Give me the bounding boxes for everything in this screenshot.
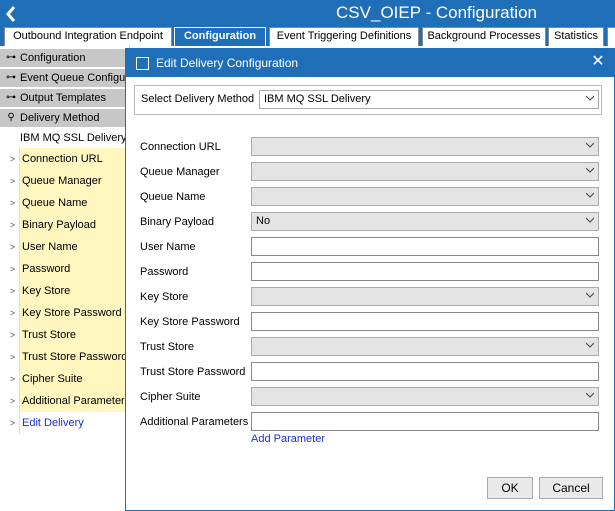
chevron-down-icon <box>586 292 594 298</box>
tab-overflow[interactable] <box>607 27 615 46</box>
expand-icon[interactable]: > <box>6 346 20 368</box>
tree-row-connection-url[interactable]: > Connection URL <box>6 148 126 170</box>
tree-row-additional-parameters[interactable]: > Additional Parameters <box>6 390 126 412</box>
queue-manager-select[interactable] <box>251 162 599 181</box>
config-tree: ⊶ Configuration ⊶ Event Queue Configurat… <box>0 46 130 511</box>
user-name-input[interactable] <box>251 237 599 256</box>
key-icon: ⊶ <box>6 92 16 103</box>
connection-url-label: Connection URL <box>140 141 221 153</box>
tree-row-key-store[interactable]: > Key Store <box>6 280 126 302</box>
expand-icon[interactable]: > <box>6 280 20 302</box>
user-name-label: User Name <box>140 241 196 253</box>
expand-icon[interactable]: > <box>6 236 20 258</box>
tree-row-edit-delivery[interactable]: > Edit Delivery <box>6 412 126 434</box>
expand-icon[interactable]: > <box>6 368 20 390</box>
key-icon: ⊶ <box>6 52 16 63</box>
tree-row-user-name[interactable]: > User Name <box>6 236 126 258</box>
cancel-button[interactable]: Cancel <box>539 477 603 499</box>
expand-icon[interactable]: > <box>6 324 20 346</box>
cipher-suite-label: Cipher Suite <box>140 391 201 403</box>
tree-row-queue-manager[interactable]: > Queue Manager <box>6 170 126 192</box>
add-parameter-link[interactable]: Add Parameter <box>251 433 325 445</box>
edit-delivery-link[interactable]: Edit Delivery <box>20 412 126 434</box>
tree-node-configuration[interactable]: ⊶ Configuration <box>0 49 128 67</box>
delivery-method-group: Select Delivery Method IBM MQ SSL Delive… <box>134 85 602 115</box>
tab-configuration[interactable]: Configuration <box>174 27 266 46</box>
expand-icon[interactable]: > <box>6 390 20 412</box>
tree-node-output-templates[interactable]: ⊶ Output Templates <box>0 89 128 107</box>
password-input[interactable] <box>251 262 599 281</box>
window-icon <box>136 57 149 70</box>
edit-delivery-dialog: Edit Delivery Configuration ✕ Select Del… <box>125 48 615 511</box>
chevron-down-icon <box>586 142 594 148</box>
key-store-password-input[interactable] <box>251 312 599 331</box>
chevron-down-icon <box>586 392 594 398</box>
expand-icon[interactable]: > <box>6 148 20 170</box>
password-label: Password <box>140 266 189 278</box>
expand-icon[interactable]: > <box>6 214 20 236</box>
select-method-label: Select Delivery Method <box>141 93 255 105</box>
key-icon: ⊶ <box>6 72 16 83</box>
additional-parameters-input[interactable] <box>251 412 599 431</box>
expand-icon[interactable]: > <box>6 192 20 214</box>
cipher-suite-select[interactable] <box>251 387 599 406</box>
expand-icon[interactable]: > <box>6 412 20 434</box>
queue-name-label: Queue Name <box>140 191 206 203</box>
close-icon[interactable]: ✕ <box>588 52 608 72</box>
chevron-down-icon <box>586 167 594 173</box>
tree-row-key-store-password[interactable]: > Key Store Password <box>6 302 126 324</box>
tree-node-event-queue[interactable]: ⊶ Event Queue Configuration <box>0 69 128 87</box>
tab-event-triggering-definitions[interactable]: Event Triggering Definitions <box>269 27 419 46</box>
tab-background-processes[interactable]: Background Processes <box>422 27 546 46</box>
key-down-icon: ⚲ <box>7 112 15 123</box>
tree-selected-method: IBM MQ SSL Delivery <box>20 132 127 144</box>
additional-parameters-label: Additional Parameters <box>140 416 249 428</box>
key-store-label: Key Store <box>140 291 189 303</box>
trust-store-label: Trust Store <box>140 341 194 353</box>
chevron-down-icon <box>586 217 594 223</box>
trust-store-select[interactable] <box>251 337 599 356</box>
tab-bar: Outbound Integration Endpoint Configurat… <box>0 27 615 46</box>
chevron-down-icon <box>586 192 594 198</box>
expand-icon[interactable]: > <box>6 170 20 192</box>
expand-icon[interactable]: > <box>6 302 20 324</box>
delivery-method-select[interactable]: IBM MQ SSL Delivery <box>259 90 599 109</box>
tab-statistics[interactable]: Statistics <box>548 27 604 46</box>
chevron-down-icon <box>586 342 594 348</box>
tree-row-cipher-suite[interactable]: > Cipher Suite <box>6 368 126 390</box>
chevron-down-icon <box>586 95 594 101</box>
binary-payload-label: Binary Payload <box>140 216 214 228</box>
binary-payload-select[interactable]: No <box>251 212 599 231</box>
tree-node-delivery-method[interactable]: ⚲ Delivery Method <box>0 109 128 127</box>
trust-store-password-label: Trust Store Password <box>140 366 246 378</box>
trust-store-password-input[interactable] <box>251 362 599 381</box>
queue-name-select[interactable] <box>251 187 599 206</box>
expand-icon[interactable]: > <box>6 258 20 280</box>
tree-row-queue-name[interactable]: > Queue Name <box>6 192 126 214</box>
tree-row-trust-store-password[interactable]: > Trust Store Password <box>6 346 126 368</box>
dialog-title-bar: Edit Delivery Configuration ✕ <box>126 49 614 77</box>
page-title: CSV_OIEP - Configuration <box>336 3 537 22</box>
queue-manager-label: Queue Manager <box>140 166 220 178</box>
connection-url-select[interactable] <box>251 137 599 156</box>
key-store-select[interactable] <box>251 287 599 306</box>
tree-row-binary-payload[interactable]: > Binary Payload <box>6 214 126 236</box>
title-bar: CSV_OIEP - Configuration <box>0 0 615 27</box>
dialog-title: Edit Delivery Configuration <box>156 56 299 70</box>
key-store-password-label: Key Store Password <box>140 316 240 328</box>
tree-row-password[interactable]: > Password <box>6 258 126 280</box>
ok-button[interactable]: OK <box>487 477 533 499</box>
tab-outbound-integration-endpoint[interactable]: Outbound Integration Endpoint <box>4 27 172 46</box>
tree-row-trust-store[interactable]: > Trust Store <box>6 324 126 346</box>
